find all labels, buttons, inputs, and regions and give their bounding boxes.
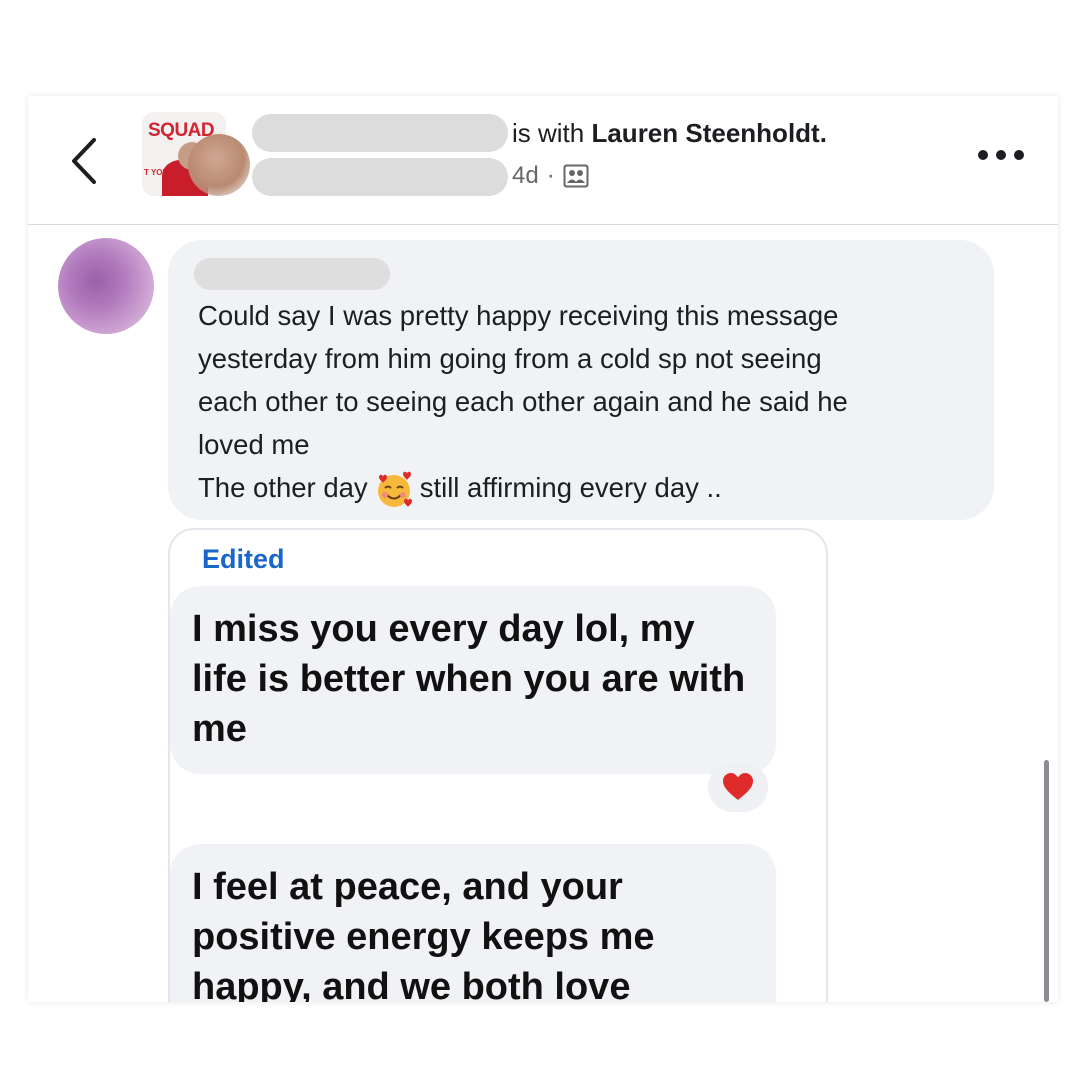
heart-icon xyxy=(723,773,753,800)
user-avatar[interactable] xyxy=(188,134,250,196)
group-icon xyxy=(563,164,589,188)
commenter-avatar[interactable] xyxy=(58,238,154,334)
chevron-left-icon[interactable] xyxy=(68,136,102,186)
comment-line: Could say I was pretty happy receiving t… xyxy=(198,300,839,331)
redacted-group-name xyxy=(252,114,508,152)
comment-text-before-emoji: The other day xyxy=(198,472,368,503)
comment-line-last: The other day still affirming every day .… xyxy=(198,466,988,510)
comment-text-after-emoji: still affirming every day .. xyxy=(419,472,722,503)
post-view: SQUAD T YOU is with Lauren Steenholdt. 4… xyxy=(28,96,1058,1002)
tagged-line: is with Lauren Steenholdt. xyxy=(512,118,827,149)
comment-line: each other to seeing each other again an… xyxy=(198,386,848,417)
redacted-commenter-name xyxy=(194,258,390,290)
post-time[interactable]: 4d xyxy=(512,162,539,190)
comment-line: yesterday from him going from a cold sp … xyxy=(198,343,822,374)
with-prefix: is with xyxy=(512,118,592,148)
message-bubble: I miss you every day lol, my life is bet… xyxy=(170,586,776,774)
comment-bubble: Could say I was pretty happy receiving t… xyxy=(168,240,994,520)
post-meta: 4d · xyxy=(512,162,589,190)
reaction-badge xyxy=(708,762,768,812)
edited-label: Edited xyxy=(202,544,285,574)
more-horizontal-icon[interactable] xyxy=(978,144,1024,166)
message-text: I miss you every day lol, my life is bet… xyxy=(192,608,746,750)
comment-text: Could say I was pretty happy receiving t… xyxy=(198,294,988,510)
redacted-author-name xyxy=(252,158,508,196)
attached-screenshot[interactable]: Edited I miss you every day lol, my life… xyxy=(168,528,828,1002)
meta-separator: · xyxy=(546,162,555,189)
tagged-person-link[interactable]: Lauren Steenholdt. xyxy=(591,118,826,148)
post-header: SQUAD T YOU is with Lauren Steenholdt. 4… xyxy=(28,96,1058,225)
scrollbar[interactable] xyxy=(1044,760,1049,1002)
smiling-face-with-hearts-icon xyxy=(374,470,414,510)
message-bubble: I feel at peace, and your positive energ… xyxy=(170,844,776,1002)
comment-line: loved me xyxy=(198,429,310,460)
message-text: I feel at peace, and your positive energ… xyxy=(192,866,655,1002)
